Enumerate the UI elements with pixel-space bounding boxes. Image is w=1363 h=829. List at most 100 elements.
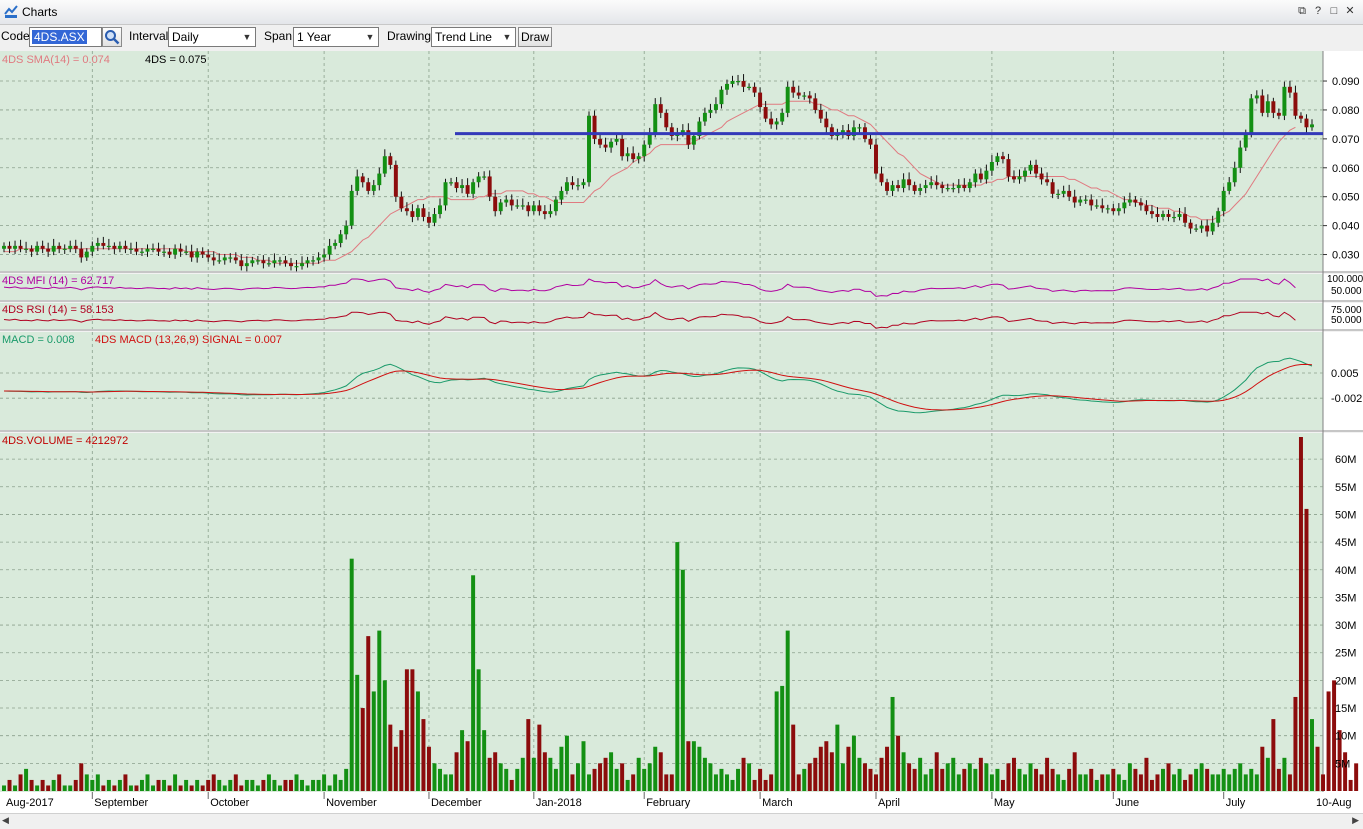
candle-body xyxy=(355,176,360,191)
interval-select[interactable]: Daily ▼ xyxy=(168,27,256,47)
drawing-value: Trend Line xyxy=(435,30,492,44)
candle-body xyxy=(1122,202,1127,209)
volume-bar xyxy=(493,752,498,791)
volume-bar xyxy=(277,785,282,791)
window-title: Charts xyxy=(22,5,58,19)
volume-bar xyxy=(1216,774,1221,791)
candle-body xyxy=(951,188,956,190)
candle-body xyxy=(139,251,144,253)
candle-body xyxy=(1177,214,1182,217)
volume-bar xyxy=(471,575,476,791)
volume-bar xyxy=(217,779,222,791)
month-label: March xyxy=(762,797,793,809)
candle-body xyxy=(1116,208,1121,212)
volume-bar xyxy=(664,774,669,791)
volume-bar xyxy=(1298,437,1303,791)
candle-body xyxy=(1083,199,1088,201)
volume-bar xyxy=(973,768,978,791)
month-label: Jan-2018 xyxy=(536,797,582,809)
volume-bar xyxy=(415,691,420,791)
scroll-left-icon[interactable]: ◀ xyxy=(2,815,9,826)
volume-bar xyxy=(636,757,641,791)
volume-bar xyxy=(371,691,376,791)
volume-bar xyxy=(945,763,950,791)
candle-body xyxy=(802,95,807,97)
candle-body xyxy=(581,182,586,186)
volume-bar xyxy=(1017,768,1022,791)
drawing-select[interactable]: Trend Line ▼ xyxy=(431,27,516,47)
volume-bar xyxy=(51,779,56,791)
maximize-icon[interactable]: □ xyxy=(1327,3,1341,19)
volume-bar xyxy=(112,785,117,791)
candle-body xyxy=(1061,190,1066,194)
horizontal-scrollbar[interactable]: ◀ ▶ xyxy=(0,813,1363,829)
candle-body xyxy=(658,104,663,113)
candle-body xyxy=(1282,86,1287,116)
volume-bar xyxy=(548,757,553,791)
volume-bar xyxy=(669,774,674,791)
candle-body xyxy=(151,248,155,250)
volume-bar xyxy=(1265,757,1270,791)
volume-bar xyxy=(807,763,812,791)
volume-bar xyxy=(1011,757,1016,791)
volume-bar xyxy=(1199,763,1204,791)
candle-body xyxy=(984,170,989,180)
candle-body xyxy=(973,173,978,183)
restore-icon[interactable]: ⧉ xyxy=(1295,3,1309,19)
candle-body xyxy=(7,245,12,249)
span-select[interactable]: 1 Year ▼ xyxy=(293,27,379,47)
candle-body xyxy=(1216,211,1221,223)
code-input[interactable]: 4DS.ASX xyxy=(29,27,102,47)
candle-body xyxy=(1232,167,1237,183)
volume-bar xyxy=(829,752,834,791)
candle-body xyxy=(498,202,503,212)
candle-body xyxy=(272,260,277,264)
volume-bar xyxy=(1227,774,1232,791)
candle-body xyxy=(1094,205,1099,207)
volume-bar xyxy=(609,752,614,791)
candle-body xyxy=(542,211,547,215)
month-label: 10-Aug xyxy=(1316,797,1351,809)
draw-button[interactable]: Draw xyxy=(518,27,552,47)
candle-body xyxy=(1089,199,1094,206)
volume-bar xyxy=(1023,774,1027,791)
volume-bar xyxy=(940,768,945,791)
candle-body xyxy=(128,248,133,250)
candle-body xyxy=(62,248,67,250)
scroll-right-icon[interactable]: ▶ xyxy=(1352,815,1359,826)
close-icon[interactable]: ✕ xyxy=(1343,3,1357,19)
help-icon[interactable]: ? xyxy=(1311,3,1325,19)
volume-bar xyxy=(774,691,779,791)
candle-body xyxy=(189,251,194,258)
search-button[interactable] xyxy=(102,27,122,47)
rsi-panel xyxy=(0,303,1323,329)
price-tick-label: 0.050 xyxy=(1332,192,1360,204)
volume-bar xyxy=(984,763,989,791)
price-tick-label: 0.070 xyxy=(1332,134,1360,146)
volume-bar xyxy=(344,768,349,791)
volume-bar xyxy=(553,768,558,791)
volume-tick-label: 50M xyxy=(1335,509,1356,521)
candle-body xyxy=(642,144,647,157)
chart-canvas[interactable]: Aug-2017 September October November December… xyxy=(0,51,1363,813)
macd-panel-axis xyxy=(1323,332,1363,430)
macd-signal-label: 4DS MACD (13,26,9) SIGNAL = 0.007 xyxy=(95,334,282,346)
candle-body xyxy=(167,251,172,255)
volume-tick-label: 20M xyxy=(1335,675,1356,687)
volume-bar xyxy=(222,785,227,791)
candle-body xyxy=(890,185,895,191)
volume-bar xyxy=(504,768,509,791)
volume-bar xyxy=(421,719,426,791)
volume-bar xyxy=(934,752,939,791)
candle-body xyxy=(106,245,111,248)
volume-bar xyxy=(151,785,155,791)
volume-bar xyxy=(537,724,542,791)
volume-bar xyxy=(266,774,271,791)
volume-bar xyxy=(520,757,525,791)
volume-bar xyxy=(156,779,161,791)
volume-bar xyxy=(1083,774,1088,791)
candle-body xyxy=(173,248,178,255)
candle-body xyxy=(449,182,454,184)
candle-body xyxy=(73,245,78,249)
volume-bar xyxy=(311,779,316,791)
